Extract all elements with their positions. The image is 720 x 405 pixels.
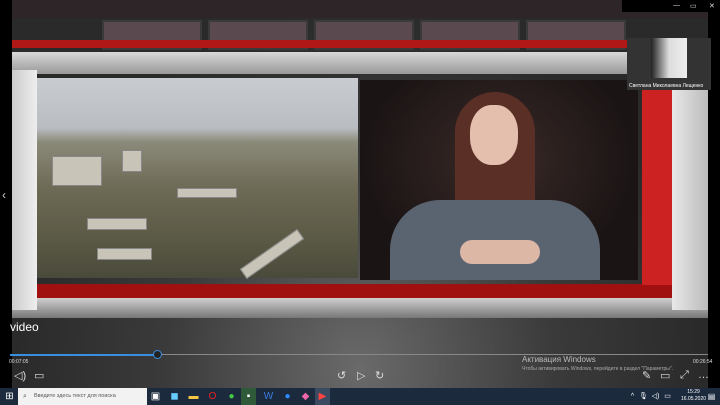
search-icon: ⌕ <box>23 393 27 400</box>
elapsed-time: 00:07:05 <box>9 359 29 365</box>
search-placeholder: Введите здесь текст для поиска <box>34 393 116 399</box>
title-bar <box>622 0 720 12</box>
white-stripe <box>12 52 708 74</box>
red-stripe-bottom <box>12 284 708 298</box>
city-video <box>37 78 358 279</box>
studio-top <box>12 0 708 18</box>
rewind-icon[interactable]: ↺ <box>337 369 346 382</box>
participant-thumbnail[interactable]: Светлана Миколаевна Лещенко <box>627 38 711 90</box>
forward-icon[interactable]: ↻ <box>375 369 384 382</box>
left-pillar <box>12 70 37 310</box>
right-pillar <box>672 60 708 310</box>
explorer-icon[interactable]: ▬ <box>186 388 201 405</box>
video-app-icon[interactable]: ▶ <box>315 388 330 405</box>
maximize-button[interactable]: ▭ <box>690 2 697 10</box>
face <box>470 105 518 165</box>
activation-text: Чтобы активировать Windows, перейдите в … <box>522 366 674 372</box>
volume-icon[interactable]: ◁) <box>14 369 26 382</box>
minimize-button[interactable]: — <box>673 2 680 9</box>
word-icon[interactable]: W <box>261 388 276 405</box>
taskbar: ⊞ ⌕ Введите здесь текст для поиска ▣ ◼ ▬… <box>0 388 720 405</box>
network-icon[interactable]: ▭ <box>660 388 675 405</box>
clock-date: 16.05.2020 <box>681 396 707 402</box>
clock-time: 15:29 <box>687 389 700 395</box>
paint-icon[interactable]: ◆ <box>298 388 313 405</box>
white-stripe-bottom <box>12 298 708 318</box>
seek-bar[interactable] <box>10 350 708 359</box>
store-icon[interactable]: ◼ <box>167 388 182 405</box>
red-accent <box>642 85 672 285</box>
opera-icon[interactable]: O <box>205 388 220 405</box>
more-icon[interactable]: … <box>698 369 709 381</box>
red-stripe <box>12 40 708 48</box>
participant-name: Светлана Миколаевна Лещенко <box>629 83 704 89</box>
start-icon[interactable]: ⊞ <box>2 388 17 405</box>
activation-title: Активация Windows <box>522 355 596 364</box>
play-icon[interactable]: ▷ <box>357 369 365 382</box>
total-time: 00:26:54 <box>693 359 713 365</box>
seek-progress <box>10 353 157 356</box>
app-icon[interactable]: ▪ <box>241 388 256 405</box>
previous-arrow[interactable]: ‹ <box>2 188 6 202</box>
presenter-video <box>360 80 638 280</box>
close-button[interactable]: ✕ <box>709 2 715 10</box>
chrome-icon[interactable]: ● <box>224 388 239 405</box>
search-box[interactable]: ⌕ Введите здесь текст для поиска <box>18 388 147 405</box>
video-title: video <box>10 320 39 334</box>
fullscreen-icon[interactable]: ⤢ <box>680 369 689 382</box>
hands <box>460 240 540 264</box>
clock[interactable]: 15:29 16.05.2020 <box>681 389 706 403</box>
seek-handle[interactable] <box>152 350 162 359</box>
video-stage <box>12 0 708 388</box>
task-view-icon[interactable]: ▣ <box>148 388 163 405</box>
notifications-icon[interactable]: ▤ <box>704 388 719 405</box>
subtitles-icon[interactable]: ▭ <box>34 369 44 382</box>
zoom-icon[interactable]: ● <box>280 388 295 405</box>
